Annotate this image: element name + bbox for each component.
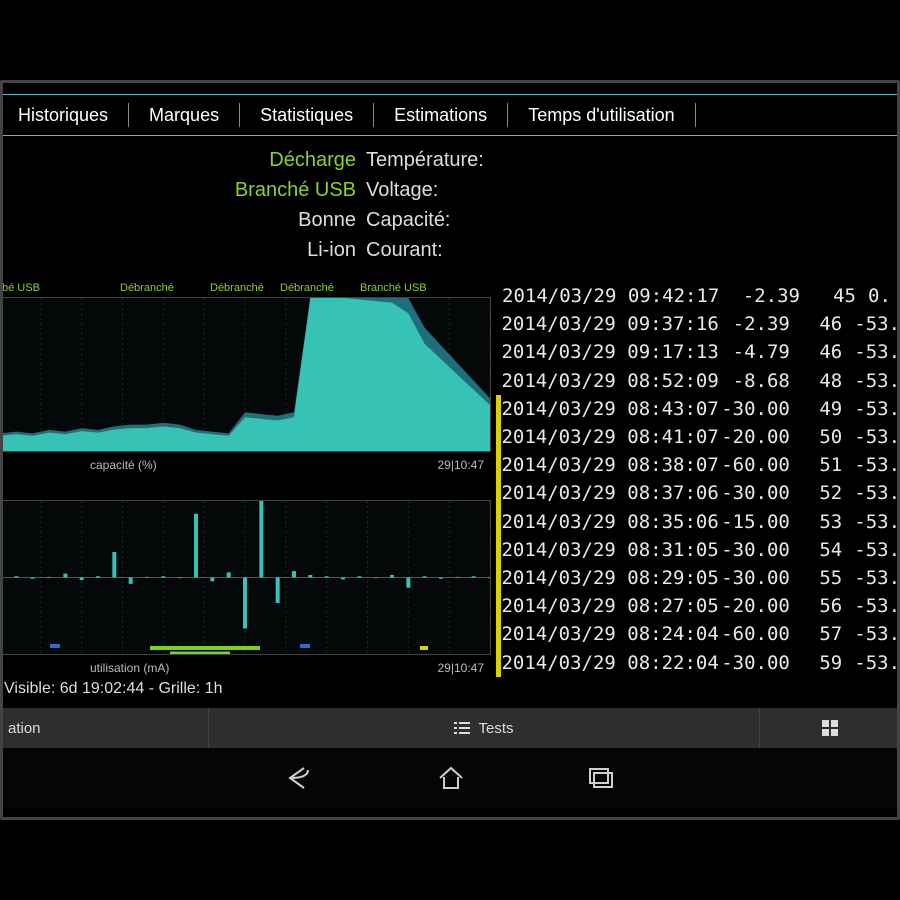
bottom-left-button[interactable]: ation [0, 708, 209, 748]
log-row[interactable]: 2014/03/29 08:22:04-30.0059-53. [496, 649, 900, 677]
home-button[interactable] [436, 764, 466, 792]
log-row[interactable]: 2014/03/29 08:24:04-60.0057-53. [496, 620, 900, 648]
tab-marques[interactable]: Marques [131, 95, 237, 135]
log-row[interactable]: 2014/03/29 08:52:09-8.6848-53. [496, 367, 900, 395]
log-table[interactable]: 2014/03/29 09:42:17-2.39450.2014/03/29 0… [496, 282, 900, 677]
list-icon [454, 721, 470, 735]
marker-label: Débranché [210, 282, 264, 294]
log-row[interactable]: 2014/03/29 08:38:07-60.0051-53. [496, 451, 900, 479]
label-voltage: Voltage: [366, 175, 566, 205]
chart-xrange-util: 29|10:47 [438, 661, 485, 675]
status-good: Bonne [160, 205, 360, 235]
status-plugged: Branché USB [160, 175, 360, 205]
visible-range-label: Visible: 6d 19:02:44 - Grille: 1h [4, 680, 223, 698]
tab-temps-utilisation[interactable]: Temps d'utilisation [510, 95, 693, 135]
log-row[interactable]: 2014/03/29 09:42:17-2.39450. [496, 282, 900, 310]
status-tech: Li-ion [160, 235, 360, 265]
recent-apps-button[interactable] [586, 765, 616, 791]
marker-label: bé USB [2, 282, 40, 294]
chart-xlabel-capacity: capacité (%) [90, 458, 157, 472]
utilisation-plot[interactable] [0, 501, 490, 654]
tab-historiques[interactable]: Historiques [0, 95, 126, 135]
label-capacity: Capacité: [366, 205, 566, 235]
graphs-zone: bé USB Débranché Débranché Débranché Bra… [0, 280, 490, 680]
log-row[interactable]: 2014/03/29 08:27:05-20.0056-53. [496, 592, 900, 620]
log-row[interactable]: 2014/03/29 08:31:05-30.0054-53. [496, 536, 900, 564]
chart-xrange-capacity: 29|10:47 [438, 458, 485, 472]
status-discharge: Décharge [160, 145, 360, 175]
status-block: Décharge Température: Branché USB Voltag… [160, 145, 700, 265]
log-row[interactable]: 2014/03/29 09:37:16-2.3946-53. [496, 310, 900, 338]
chart-markers: bé USB Débranché Débranché Débranché Bra… [0, 282, 490, 296]
system-nav-bar [0, 748, 900, 808]
capacity-plot[interactable] [0, 298, 490, 451]
chart-capacity[interactable]: bé USB Débranché Débranché Débranché Bra… [0, 280, 490, 475]
bottom-grid-button[interactable] [760, 708, 900, 748]
marker-label: Branché USB [360, 282, 427, 294]
back-button[interactable] [284, 764, 316, 792]
marker-label: Débranché [280, 282, 334, 294]
tab-statistiques[interactable]: Statistiques [242, 95, 371, 135]
log-row[interactable]: 2014/03/29 08:37:06-30.0052-53. [496, 479, 900, 507]
bottom-tests-button[interactable]: Tests [209, 708, 760, 748]
label-temperature: Température: [366, 145, 566, 175]
log-row[interactable]: 2014/03/29 08:35:06-15.0053-53. [496, 508, 900, 536]
marker-label: Débranché [120, 282, 174, 294]
bottom-bar: ation Tests [0, 708, 900, 748]
grid-icon [822, 720, 838, 736]
log-row[interactable]: 2014/03/29 09:17:13-4.7946-53. [496, 338, 900, 366]
tab-row: Historiques Marques Statistiques Estimat… [0, 94, 900, 136]
log-row[interactable]: 2014/03/29 08:43:07-30.0049-53. [496, 395, 900, 423]
log-row[interactable]: 2014/03/29 08:29:05-30.0055-53. [496, 564, 900, 592]
log-row[interactable]: 2014/03/29 08:41:07-20.0050-53. [496, 423, 900, 451]
bottom-tests-label: Tests [478, 720, 513, 737]
tab-estimations[interactable]: Estimations [376, 95, 505, 135]
chart-xlabel-util: utilisation (mA) [90, 661, 169, 675]
label-current: Courant: [366, 235, 566, 265]
chart-utilisation[interactable]: utilisation (mA) 29|10:47 [0, 483, 490, 678]
